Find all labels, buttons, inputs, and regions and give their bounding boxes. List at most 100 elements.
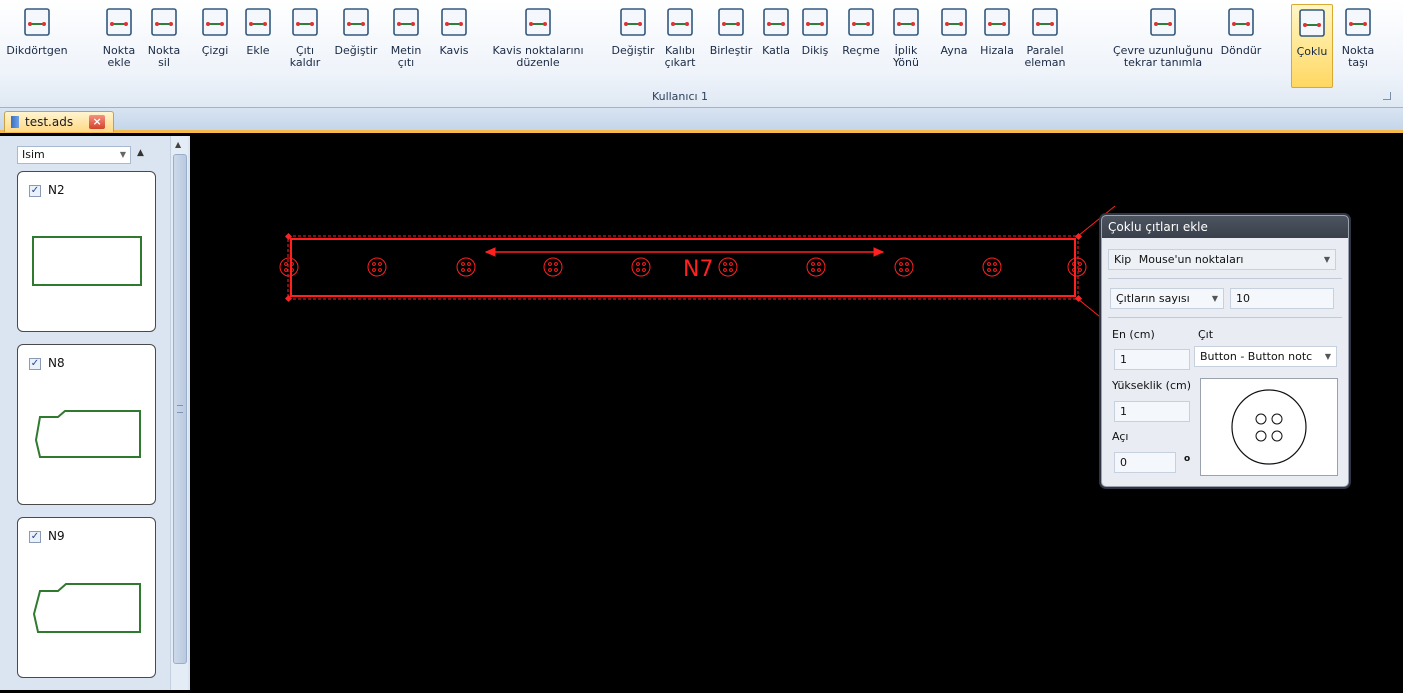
tool-button-0[interactable]: Dikdörtgen	[2, 4, 72, 88]
tool-button-10[interactable]: Değiştir	[606, 4, 660, 88]
tool-button-7[interactable]: Metin çıtı	[386, 4, 426, 88]
button-notch-marker[interactable]	[456, 257, 476, 277]
mirror-icon	[941, 8, 967, 36]
height-input[interactable]: 1	[1114, 401, 1190, 422]
tool-button-1[interactable]: Nokta ekle	[97, 4, 141, 88]
vertical-scrollbar[interactable]: ▲	[170, 136, 188, 690]
tool-button-13[interactable]: Katla	[757, 4, 795, 88]
button-notch-marker[interactable]	[279, 257, 299, 277]
grain-arrow-left	[484, 247, 496, 257]
perimeter-icon	[1150, 8, 1176, 36]
ribbon-toolbar: Dikdörtgen Nokta ekle Nokta sil Çizgi Ekle Çı…	[0, 0, 1403, 108]
line-icon	[202, 8, 228, 36]
angle-input[interactable]: 0	[1114, 452, 1176, 473]
count-mode-value: Çıtların sayısı	[1116, 292, 1190, 305]
scrollbar-thumb[interactable]	[173, 154, 187, 664]
tool-button-8[interactable]: Kavis	[434, 4, 474, 88]
button-notch-marker[interactable]	[806, 257, 826, 277]
angle-label: Açı	[1112, 430, 1129, 443]
piece-thumbnail-n2	[32, 236, 142, 286]
button-notch-marker[interactable]	[894, 257, 914, 277]
button-notch-marker[interactable]	[631, 257, 651, 277]
close-tab-icon[interactable]: ×	[89, 115, 106, 129]
tool-button-17[interactable]: Ayna	[936, 4, 972, 88]
grip-icon	[177, 405, 183, 413]
notch-type-select[interactable]: Button - Button notc ▼	[1194, 346, 1337, 367]
button-notch-marker[interactable]	[982, 257, 1002, 277]
tool-label: Çevre uzunluğunu tekrar tanımla	[1112, 44, 1214, 69]
count-mode-select[interactable]: Çıtların sayısı ▼	[1110, 288, 1224, 309]
change-notch-icon	[343, 8, 369, 36]
group-launcher-icon[interactable]	[1383, 92, 1391, 100]
move-point-icon	[1345, 8, 1371, 36]
piece-name: N2	[48, 183, 65, 197]
remove-notch-icon	[292, 8, 318, 36]
tool-label: Ayna	[940, 44, 968, 57]
tool-button-22[interactable]: Çoklu	[1291, 4, 1333, 88]
tool-label: Hizala	[980, 44, 1014, 57]
tool-label: Değiştir	[611, 44, 655, 57]
curve-icon	[441, 8, 467, 36]
fold-icon	[763, 8, 789, 36]
piece-card-n8[interactable]: ✓ N8	[17, 344, 156, 505]
delete-point-icon	[151, 8, 177, 36]
chevron-down-icon: ▼	[1323, 255, 1330, 264]
tool-button-11[interactable]: Kalıbı çıkart	[658, 4, 702, 88]
tab-test-ads[interactable]: test.ads ×	[4, 111, 114, 132]
tool-button-12[interactable]: Birleştir	[703, 4, 759, 88]
tool-button-23[interactable]: Nokta taşı	[1338, 4, 1378, 88]
tool-button-20[interactable]: Çevre uzunluğunu tekrar tanımla	[1104, 4, 1222, 88]
tool-button-15[interactable]: Reçme	[840, 4, 882, 88]
button-notch-marker[interactable]	[543, 257, 563, 277]
kip-label: Kip	[1114, 253, 1132, 266]
dialog-title: Çoklu çıtları ekle	[1102, 216, 1348, 238]
button-preview	[1200, 378, 1338, 476]
piece-card-n9[interactable]: ✓ N9	[17, 517, 156, 678]
tool-button-19[interactable]: Paralel eleman	[1022, 4, 1068, 88]
button-notch-marker[interactable]	[367, 257, 387, 277]
piece-checkbox[interactable]: ✓	[29, 185, 41, 197]
piece-thumbnail-n9	[32, 583, 141, 633]
width-label: En (cm)	[1112, 328, 1155, 341]
modify-icon	[620, 8, 646, 36]
tool-button-18[interactable]: Hizala	[977, 4, 1017, 88]
tool-button-4[interactable]: Ekle	[240, 4, 276, 88]
piece-checkbox[interactable]: ✓	[29, 531, 41, 543]
sort-field-select[interactable]: Isim ▼	[17, 146, 131, 164]
tool-label: Çıtı kaldır	[289, 44, 321, 69]
piece-label: N7	[683, 257, 713, 282]
tool-button-3[interactable]: Çizgi	[197, 4, 233, 88]
tool-button-16[interactable]: İplik Yönü	[887, 4, 925, 88]
tool-label: İplik Yönü	[893, 44, 919, 69]
sort-ascending-icon[interactable]: ▲	[137, 148, 144, 158]
height-label: Yükseklik (cm)	[1112, 379, 1191, 392]
kip-value: Mouse'un noktaları	[1138, 253, 1244, 266]
tool-label: Nokta ekle	[102, 44, 136, 69]
rectangle-icon	[24, 8, 50, 36]
tool-button-5[interactable]: Çıtı kaldır	[286, 4, 324, 88]
piece-card-n2[interactable]: ✓ N2	[17, 171, 156, 332]
tool-button-9[interactable]: Kavis noktalarını düzenle	[486, 4, 590, 88]
tool-button-14[interactable]: Dikiş	[797, 4, 833, 88]
tool-label: Nokta taşı	[1341, 44, 1375, 69]
button-notch-marker[interactable]	[718, 257, 738, 277]
kip-select[interactable]: Kip Mouse'un noktaları ▼	[1108, 249, 1336, 270]
width-input[interactable]: 1	[1114, 349, 1190, 370]
tool-button-2[interactable]: Nokta sil	[144, 4, 184, 88]
scroll-up-icon[interactable]: ▲	[175, 140, 181, 149]
divider	[1108, 278, 1342, 279]
tool-label: Dikiş	[801, 44, 829, 57]
count-value-input[interactable]: 10	[1230, 288, 1334, 309]
tool-button-21[interactable]: Döndür	[1216, 4, 1266, 88]
tool-label: Nokta sil	[147, 44, 181, 69]
insert-icon	[245, 8, 271, 36]
tool-label: Metin çıtı	[390, 44, 422, 69]
edit-curve-points-icon	[525, 8, 551, 36]
text-notch-icon	[393, 8, 419, 36]
tool-button-6[interactable]: Değiştir	[330, 4, 382, 88]
ribbon-group-label: Kullanıcı 1	[651, 90, 709, 103]
chevron-down-icon: ▼	[1211, 294, 1218, 303]
piece-name: N9	[48, 529, 65, 543]
piece-checkbox[interactable]: ✓	[29, 358, 41, 370]
button-notch-marker[interactable]	[1067, 257, 1087, 277]
